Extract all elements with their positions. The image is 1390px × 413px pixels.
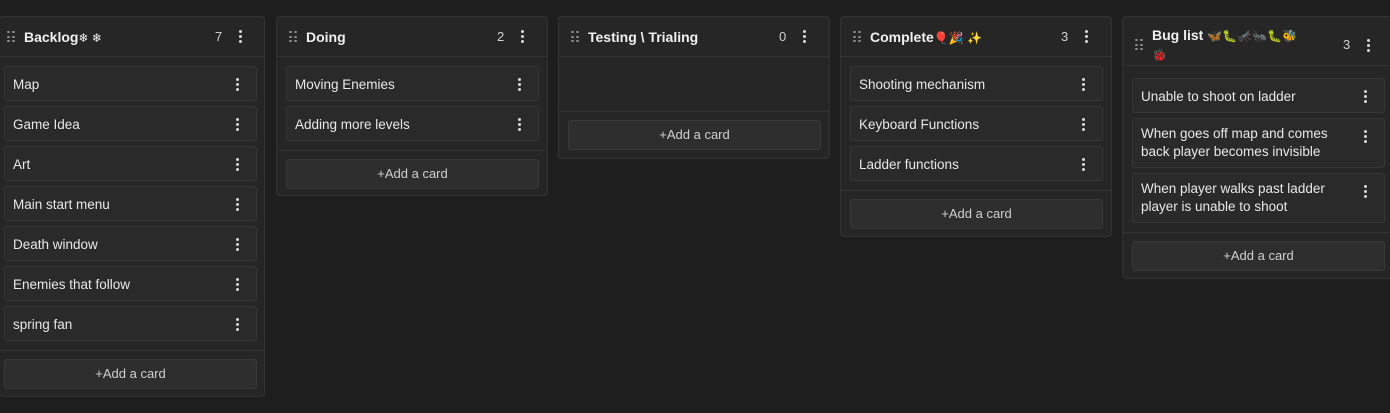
card-menu-icon[interactable] (232, 198, 242, 214)
card-title: Death window (13, 237, 98, 252)
card-title: Adding more levels (295, 117, 410, 132)
card[interactable]: Unable to shoot on ladder (1132, 78, 1385, 113)
drag-handle-icon[interactable] (571, 31, 579, 43)
card[interactable]: Keyboard Functions (850, 106, 1103, 141)
card-count: 3 (1061, 29, 1069, 44)
card-menu-icon[interactable] (232, 318, 242, 334)
card[interactable]: Death window (4, 226, 257, 261)
card-title-line: back player becomes invisible (1141, 144, 1321, 159)
card-menu-icon[interactable] (1078, 118, 1088, 134)
column-header: Complete🎈🎉 ✨ 3 (841, 17, 1111, 57)
card-menu-icon[interactable] (232, 158, 242, 174)
card-menu-icon[interactable] (1078, 158, 1088, 174)
divider (559, 111, 829, 112)
kanban-board: Backlog❄ ❄ 7 Map Game Idea Art Main star… (0, 0, 1390, 413)
column-title: Bug list 🦋🐛🦟🐜🐛🐝 🐞 (1152, 26, 1342, 64)
column-title: Testing \ Trialing (588, 29, 699, 45)
add-card-button[interactable]: +Add a card (1132, 241, 1385, 271)
card-menu-icon[interactable] (232, 238, 242, 254)
column-title: Doing (306, 29, 346, 45)
column-menu-icon[interactable] (1079, 28, 1093, 48)
card-title-line: When player walks past ladder (1141, 181, 1325, 196)
column-complete: Complete🎈🎉 ✨ 3 Shooting mechanism Keyboa… (840, 16, 1112, 237)
title-emoji: 🎈🎉 ✨ (933, 31, 982, 45)
add-card-button[interactable]: +Add a card (4, 359, 257, 389)
card-title: Main start menu (13, 197, 110, 212)
column-title: Complete🎈🎉 ✨ (870, 28, 982, 47)
column-header: Testing \ Trialing 0 (559, 17, 829, 57)
card-title: Art (13, 157, 31, 172)
add-card-button[interactable]: +Add a card (850, 199, 1103, 229)
column-header: Doing 2 (277, 17, 547, 57)
card-count: 7 (215, 29, 223, 44)
card[interactable]: Enemies that follow (4, 266, 257, 301)
divider (277, 150, 547, 151)
column-menu-icon[interactable] (233, 28, 247, 48)
card[interactable]: spring fan (4, 306, 257, 341)
card-title-line: player is unable to shoot (1141, 199, 1288, 214)
column-backlog: Backlog❄ ❄ 7 Map Game Idea Art Main star… (0, 16, 265, 397)
card-title: Map (13, 77, 40, 92)
card[interactable]: Adding more levels (286, 106, 539, 141)
card-menu-icon[interactable] (232, 278, 242, 294)
column-title-text: Backlog (24, 29, 79, 45)
column-header: Backlog❄ ❄ 7 (0, 17, 264, 57)
card-menu-icon[interactable] (514, 118, 524, 134)
column-title-text: Complete (870, 29, 934, 45)
card-title: Unable to shoot on ladder (1141, 89, 1296, 104)
card-menu-icon[interactable] (1360, 90, 1370, 106)
card[interactable]: Map (4, 66, 257, 101)
add-card-button[interactable]: +Add a card (568, 120, 821, 150)
card-menu-icon[interactable] (514, 78, 524, 94)
title-emoji: ❄ ❄ (78, 31, 102, 45)
card-title: Game Idea (13, 117, 80, 132)
title-emoji: 🦋🐛🦟🐜🐛🐝 (1207, 29, 1297, 43)
card-title: Enemies that follow (13, 277, 131, 292)
card-menu-icon[interactable] (232, 78, 242, 94)
column-title: Backlog❄ ❄ (24, 28, 102, 47)
card[interactable]: Shooting mechanism (850, 66, 1103, 101)
drag-handle-icon[interactable] (853, 31, 861, 43)
card-title-line: When goes off map and comes (1141, 126, 1328, 141)
column-menu-icon[interactable] (515, 28, 529, 48)
title-emoji: 🐞 (1152, 48, 1167, 62)
card-title: Keyboard Functions (859, 117, 980, 132)
card-menu-icon[interactable] (1360, 130, 1370, 146)
card-title: When goes off map and comes back player … (1141, 125, 1328, 161)
card-count: 2 (497, 29, 505, 44)
card-menu-icon[interactable] (1360, 185, 1370, 201)
card[interactable]: When player walks past ladder player is … (1132, 173, 1385, 223)
column-bug-list: Bug list 🦋🐛🦟🐜🐛🐝 🐞 3 Unable to shoot on l… (1122, 16, 1390, 279)
card-title: When player walks past ladder player is … (1141, 180, 1325, 216)
column-header: Bug list 🦋🐛🦟🐜🐛🐝 🐞 3 (1123, 17, 1390, 66)
column-doing: Doing 2 Moving Enemies Adding more level… (276, 16, 548, 196)
drag-handle-icon[interactable] (289, 31, 297, 43)
card-menu-icon[interactable] (1078, 78, 1088, 94)
divider (0, 350, 264, 351)
column-menu-icon[interactable] (1361, 37, 1375, 57)
column-title-text: Bug list (1152, 27, 1204, 43)
card[interactable]: Art (4, 146, 257, 181)
add-card-button[interactable]: +Add a card (286, 159, 539, 189)
card-count: 3 (1343, 37, 1351, 52)
card[interactable]: Game Idea (4, 106, 257, 141)
card-menu-icon[interactable] (232, 118, 242, 134)
card-title: Ladder functions (859, 157, 959, 172)
card-count: 0 (779, 29, 787, 44)
card-title: Shooting mechanism (859, 77, 986, 92)
column-menu-icon[interactable] (797, 28, 811, 48)
card-title: spring fan (13, 317, 73, 332)
card-title: Moving Enemies (295, 77, 395, 92)
drag-handle-icon[interactable] (1135, 39, 1143, 51)
divider (1123, 232, 1390, 233)
column-testing: Testing \ Trialing 0 +Add a card (558, 16, 830, 159)
card[interactable]: Moving Enemies (286, 66, 539, 101)
divider (841, 190, 1111, 191)
card[interactable]: Main start menu (4, 186, 257, 221)
drag-handle-icon[interactable] (7, 31, 15, 43)
card[interactable]: When goes off map and comes back player … (1132, 118, 1385, 168)
card[interactable]: Ladder functions (850, 146, 1103, 181)
